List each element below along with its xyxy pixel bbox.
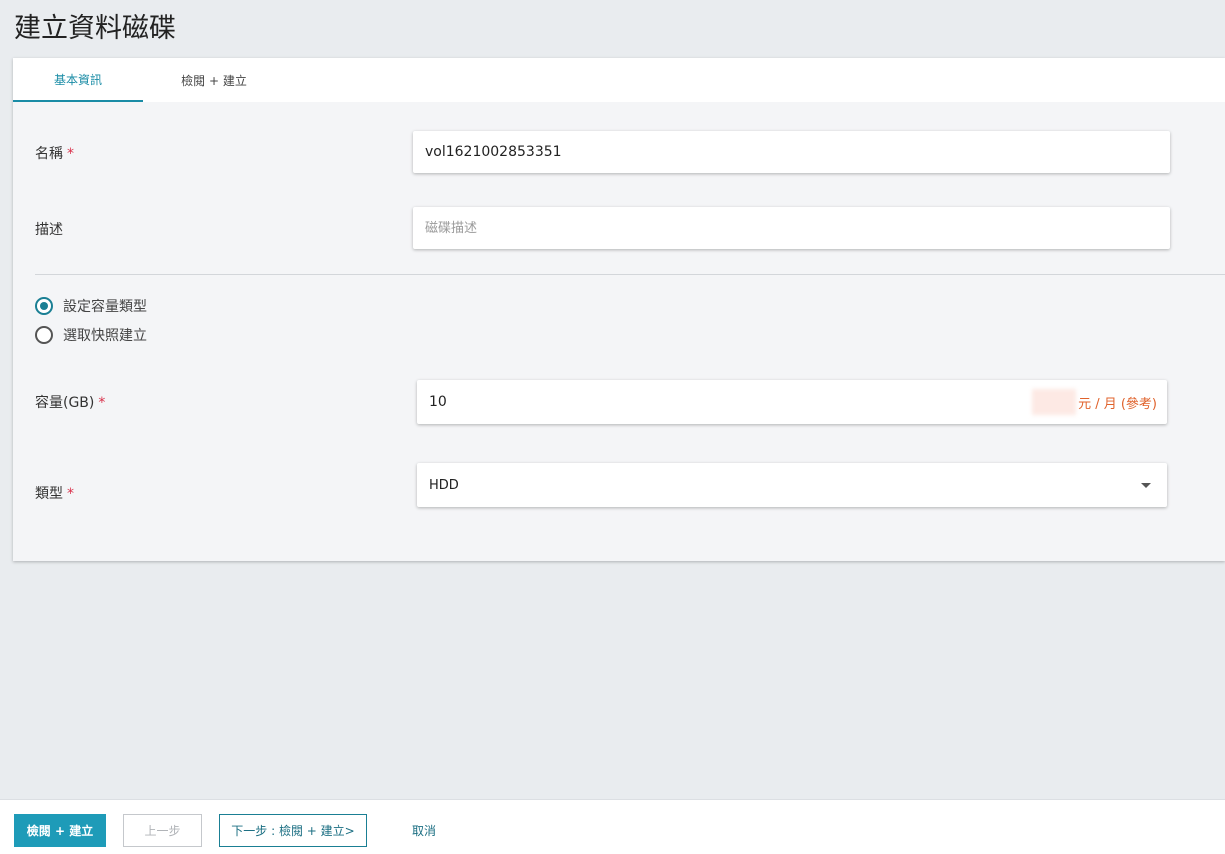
required-marker: *	[67, 146, 74, 162]
required-marker: *	[98, 395, 106, 411]
type-label: 類型 *	[35, 483, 74, 503]
form-card: 基本資訊 檢閱 + 建立 名稱* 描述 設定容量類型 選取快照建立 容量(GB)…	[13, 58, 1225, 561]
name-label-text: 名稱	[35, 146, 63, 162]
radio-set-capacity-type[interactable]: 設定容量類型	[35, 296, 147, 316]
previous-button[interactable]: 上一步	[123, 814, 202, 847]
capacity-label-text: 容量(GB)	[35, 395, 95, 411]
chevron-down-icon[interactable]	[1141, 483, 1151, 488]
capacity-field[interactable]: 元 / 月 (參考)	[417, 380, 1167, 424]
next-button[interactable]: 下一步 : 檢閱 + 建立>	[219, 814, 367, 847]
description-field[interactable]	[413, 207, 1170, 249]
radio-from-snapshot[interactable]: 選取快照建立	[35, 325, 147, 345]
footer-bar: 檢閱 + 建立 上一步 下一步 : 檢閱 + 建立> 取消	[0, 799, 1225, 854]
name-field[interactable]	[413, 131, 1170, 173]
name-input[interactable]	[425, 144, 1158, 160]
type-label-text: 類型	[35, 486, 63, 502]
cancel-button[interactable]: 取消	[398, 814, 450, 847]
tab-basic-info[interactable]: 基本資訊	[13, 58, 143, 102]
redacted-price-value	[1032, 389, 1077, 415]
radio-unchecked-icon[interactable]	[35, 326, 53, 344]
capacity-input[interactable]	[429, 394, 1009, 410]
type-select-value: HDD	[429, 477, 459, 493]
price-reference: 元 / 月 (參考)	[1032, 380, 1157, 424]
required-marker: *	[67, 486, 74, 502]
section-divider	[35, 274, 1225, 275]
tab-review-create[interactable]: 檢閱 + 建立	[149, 58, 279, 102]
radio-checked-icon[interactable]	[35, 297, 53, 315]
type-select[interactable]: HDD	[417, 463, 1167, 507]
name-label: 名稱 *	[35, 143, 74, 163]
review-create-button[interactable]: 檢閱 + 建立	[14, 814, 106, 847]
page-title: 建立資料磁碟	[14, 13, 176, 44]
tab-bar: 基本資訊 檢閱 + 建立	[13, 58, 1225, 102]
radio-label-capacity-type: 設定容量類型	[63, 299, 147, 315]
capacity-label: 容量(GB) *	[35, 392, 105, 412]
description-input[interactable]	[425, 220, 1158, 236]
price-suffix: 元 / 月 (參考)	[1078, 396, 1157, 412]
description-label: 描述	[35, 222, 63, 238]
radio-label-from-snapshot: 選取快照建立	[63, 328, 147, 344]
